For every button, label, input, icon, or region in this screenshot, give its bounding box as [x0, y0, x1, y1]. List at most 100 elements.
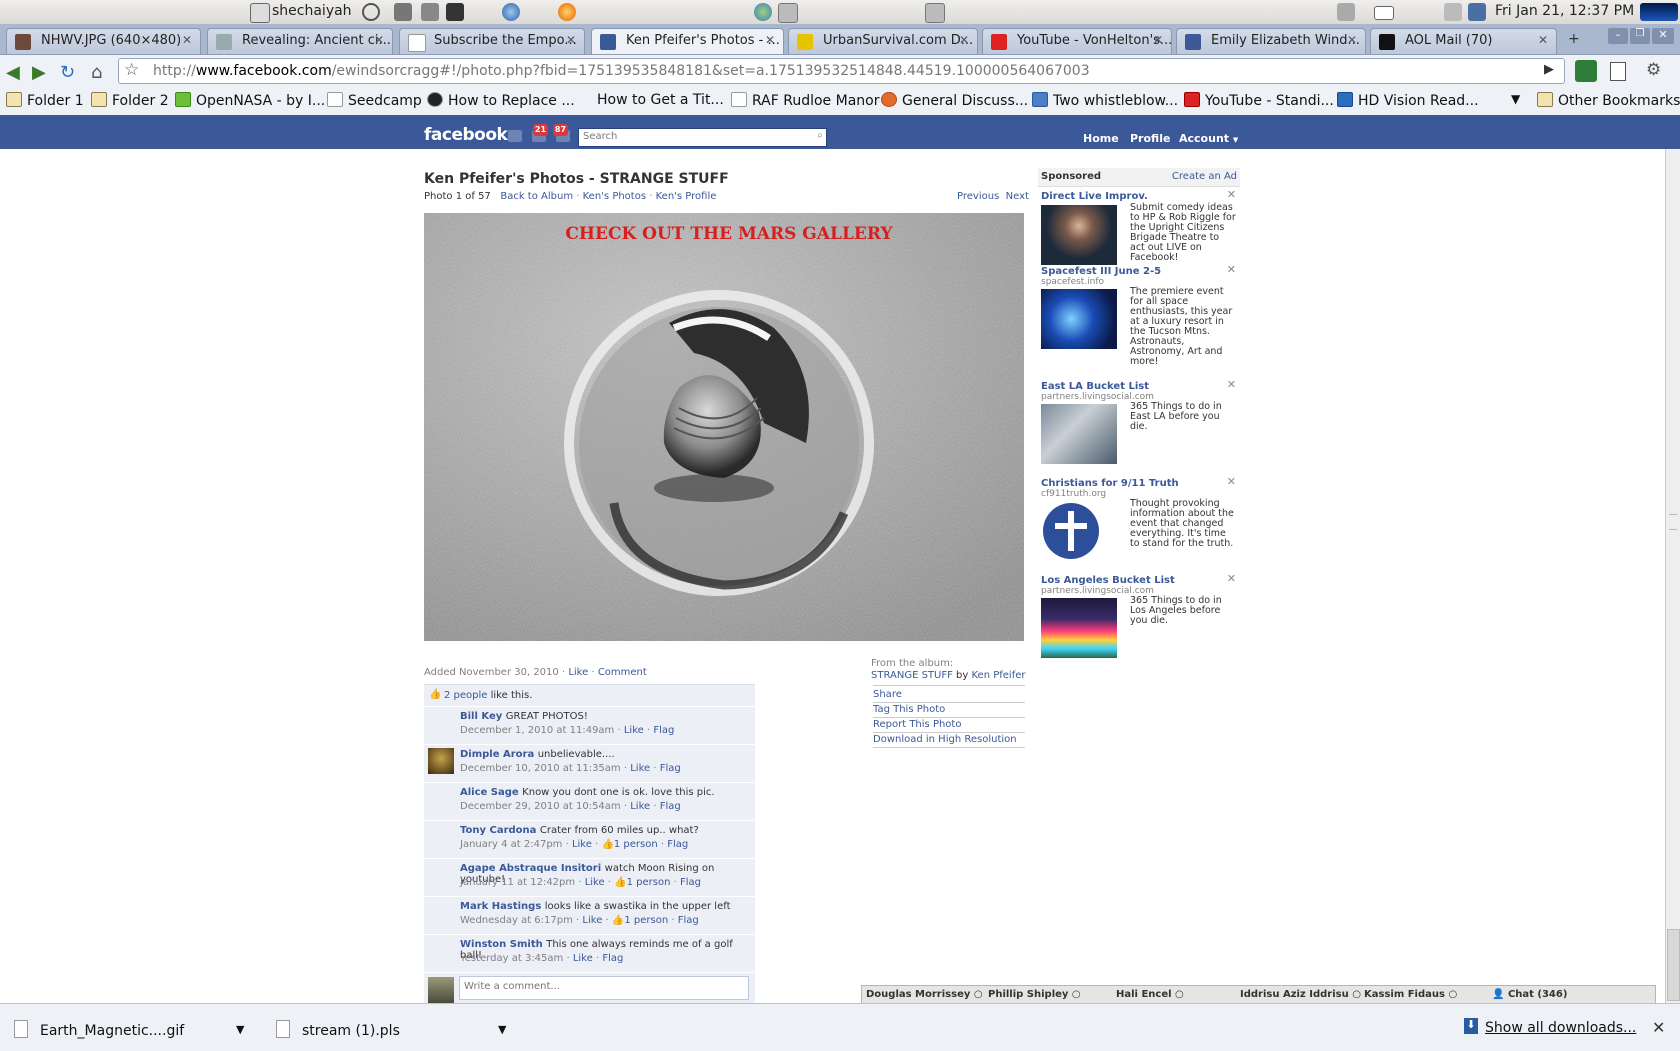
commenter-name[interactable]: Tony Cardona [460, 825, 536, 836]
previous-link[interactable]: Previous [957, 191, 999, 202]
scrollbar-thumb[interactable] [1667, 929, 1680, 1001]
browser-tab[interactable]: Revealing: Ancient ci... ✕ [207, 28, 393, 54]
main-photo[interactable]: CHECK OUT THE MARS GALLERY [424, 213, 1024, 641]
chat-tab-person[interactable]: Phillip Shipley ○ [988, 989, 1081, 1000]
bookmark-item[interactable]: General Discuss... [881, 92, 1028, 109]
kens-profile-link[interactable]: Ken's Profile [656, 191, 717, 202]
comment-flag-link[interactable]: Flag [660, 801, 681, 812]
ad-image[interactable] [1041, 289, 1117, 349]
close-icon[interactable]: ✕ [182, 33, 192, 47]
comment-likes-count[interactable]: 👍1 person [601, 839, 657, 850]
search-icon[interactable]: ⌕ [817, 130, 823, 141]
bookmark-star-icon[interactable]: ☆ [124, 60, 139, 80]
show-all-downloads-link[interactable]: Show all downloads... [1485, 1020, 1636, 1036]
bookmarks-overflow-chevron-icon[interactable]: ▼ [1511, 92, 1520, 106]
address-bar[interactable]: http://www.facebook.com/ewindsorcragg#!/… [118, 58, 1565, 84]
comment-flag-link[interactable]: Flag [602, 953, 623, 964]
comment-likes-count[interactable]: 👍1 person [612, 915, 668, 926]
browser-tab[interactable]: AOL Mail (70) ✕ [1370, 28, 1557, 54]
close-icon[interactable]: ✕ [1227, 378, 1236, 391]
download-item[interactable]: Earth_Magnetic....gif [14, 1020, 184, 1039]
close-icon[interactable]: ✕ [1227, 572, 1236, 585]
other-bookmarks-folder[interactable]: Other Bookmarks [1537, 92, 1680, 109]
bookmark-item[interactable]: OpenNASA - by I... [175, 92, 325, 109]
browser-tab-active[interactable]: Ken Pfeifer's Photos - ... ✕ [591, 28, 784, 54]
minimize-button[interactable]: – [1608, 28, 1628, 44]
ad-image[interactable] [1041, 404, 1117, 464]
write-comment-input[interactable]: Write a comment... [459, 976, 749, 1000]
album-owner-link[interactable]: Ken Pfeifer [972, 670, 1026, 681]
window-list-icon[interactable] [250, 3, 270, 23]
comment-flag-link[interactable]: Flag [653, 725, 674, 736]
chat-tab-person[interactable]: Douglas Morrissey ○ [866, 989, 983, 1000]
browser-tab[interactable]: UrbanSurvival.com D... ✕ [788, 28, 978, 54]
terminal-icon[interactable] [446, 3, 464, 21]
chat-tab-person[interactable]: Iddrisu Aziz Iddrisu ○ [1240, 989, 1361, 1000]
comment-flag-link[interactable]: Flag [667, 839, 688, 850]
ad-image[interactable] [1041, 598, 1117, 658]
new-tab-button[interactable]: + [1568, 31, 1580, 47]
download-high-res-link[interactable]: Download in High Resolution [873, 734, 1025, 748]
volume-icon[interactable] [1337, 3, 1355, 21]
forward-arrow-icon[interactable]: ▶ [32, 62, 46, 83]
friend-requests-icon[interactable] [508, 130, 522, 142]
reload-icon[interactable]: ↻ [60, 62, 75, 83]
ad-image[interactable] [1041, 501, 1117, 561]
bookmark-item[interactable]: HD Vision Read... [1337, 92, 1479, 109]
comment-likes-count[interactable]: 👍1 person [614, 877, 670, 888]
album-link[interactable]: STRANGE STUFF [871, 670, 953, 681]
page-menu-icon[interactable] [1610, 62, 1626, 81]
ad-unit[interactable]: Los Angeles Bucket List partners.livings… [1038, 572, 1240, 665]
browser-tab[interactable]: NHWV.JPG (640×480) ✕ [6, 28, 201, 54]
close-icon[interactable]: ✕ [1227, 263, 1236, 276]
go-arrow-icon[interactable]: ▶ [1544, 62, 1554, 77]
folder-icon[interactable] [925, 3, 945, 23]
commenter-name[interactable]: Dimple Arora [460, 749, 534, 760]
ad-title[interactable]: Los Angeles Bucket List [1041, 575, 1175, 586]
system-clock[interactable]: Fri Jan 21, 12:37 PM [1495, 3, 1634, 19]
ad-image[interactable] [1041, 205, 1117, 265]
nav-account[interactable]: Account ▼ [1179, 132, 1238, 145]
nav-home[interactable]: Home [1083, 132, 1119, 145]
tools-icon[interactable] [421, 3, 439, 21]
close-icon[interactable]: ✕ [1153, 33, 1163, 47]
ad-title[interactable]: Direct Live Improv. [1041, 191, 1148, 202]
system-username[interactable]: shechaiyah [272, 3, 352, 19]
comment-like-link[interactable]: Like [582, 915, 602, 926]
comment-flag-link[interactable]: Flag [678, 915, 699, 926]
facebook-search-input[interactable]: Search ⌕ [578, 128, 827, 147]
comment-like-link[interactable]: Like [630, 801, 650, 812]
window-close-button[interactable]: ✕ [1652, 28, 1674, 44]
bookmark-item[interactable]: How to Get a Tit... [578, 92, 724, 108]
back-arrow-icon[interactable]: ◀ [6, 62, 20, 83]
chromium-icon[interactable] [502, 3, 520, 21]
home-icon[interactable]: ⌂ [91, 62, 102, 83]
commenter-name[interactable]: Bill Key [460, 711, 502, 722]
bookmark-folder[interactable]: Folder 1 [6, 92, 84, 109]
bookmark-item[interactable]: YouTube - Standi... [1184, 92, 1334, 109]
close-icon[interactable]: ✕ [1538, 33, 1548, 47]
ad-unit[interactable]: Spacefest III June 2-5 spacefest.info ✕ … [1038, 263, 1240, 376]
chat-tab[interactable]: 👤 Chat (346) [1492, 989, 1567, 1000]
tag-photo-link[interactable]: Tag This Photo [873, 704, 1025, 718]
chat-tab-person[interactable]: Hali Encel ○ [1116, 989, 1184, 1000]
browser-tab[interactable]: Emily Elizabeth Wind... ✕ [1176, 28, 1366, 54]
bookmark-folder[interactable]: Folder 2 [91, 92, 169, 109]
comment-like-link[interactable]: Like [624, 725, 644, 736]
comment-like-link[interactable]: Like [585, 877, 605, 888]
back-to-album-link[interactable]: Back to Album [500, 191, 573, 202]
close-icon[interactable]: ✕ [1227, 188, 1236, 201]
extension-icon[interactable] [1575, 60, 1597, 82]
close-icon[interactable]: ✕ [566, 33, 576, 47]
close-icon[interactable]: ✕ [765, 33, 775, 47]
comment-flag-link[interactable]: Flag [660, 763, 681, 774]
close-icon[interactable]: ✕ [959, 33, 969, 47]
kens-photos-link[interactable]: Ken's Photos [583, 191, 646, 202]
globe-icon[interactable] [754, 3, 772, 21]
bookmark-item[interactable]: Two whistleblow... [1032, 92, 1178, 109]
likes-people-link[interactable]: 2 people [444, 690, 487, 701]
comment-link[interactable]: Comment [598, 667, 647, 678]
ad-title[interactable]: Spacefest III June 2-5 [1041, 266, 1161, 277]
ad-unit[interactable]: East LA Bucket List partners.livingsocia… [1038, 378, 1240, 467]
bookmark-item[interactable]: How to Replace ... [427, 92, 575, 109]
